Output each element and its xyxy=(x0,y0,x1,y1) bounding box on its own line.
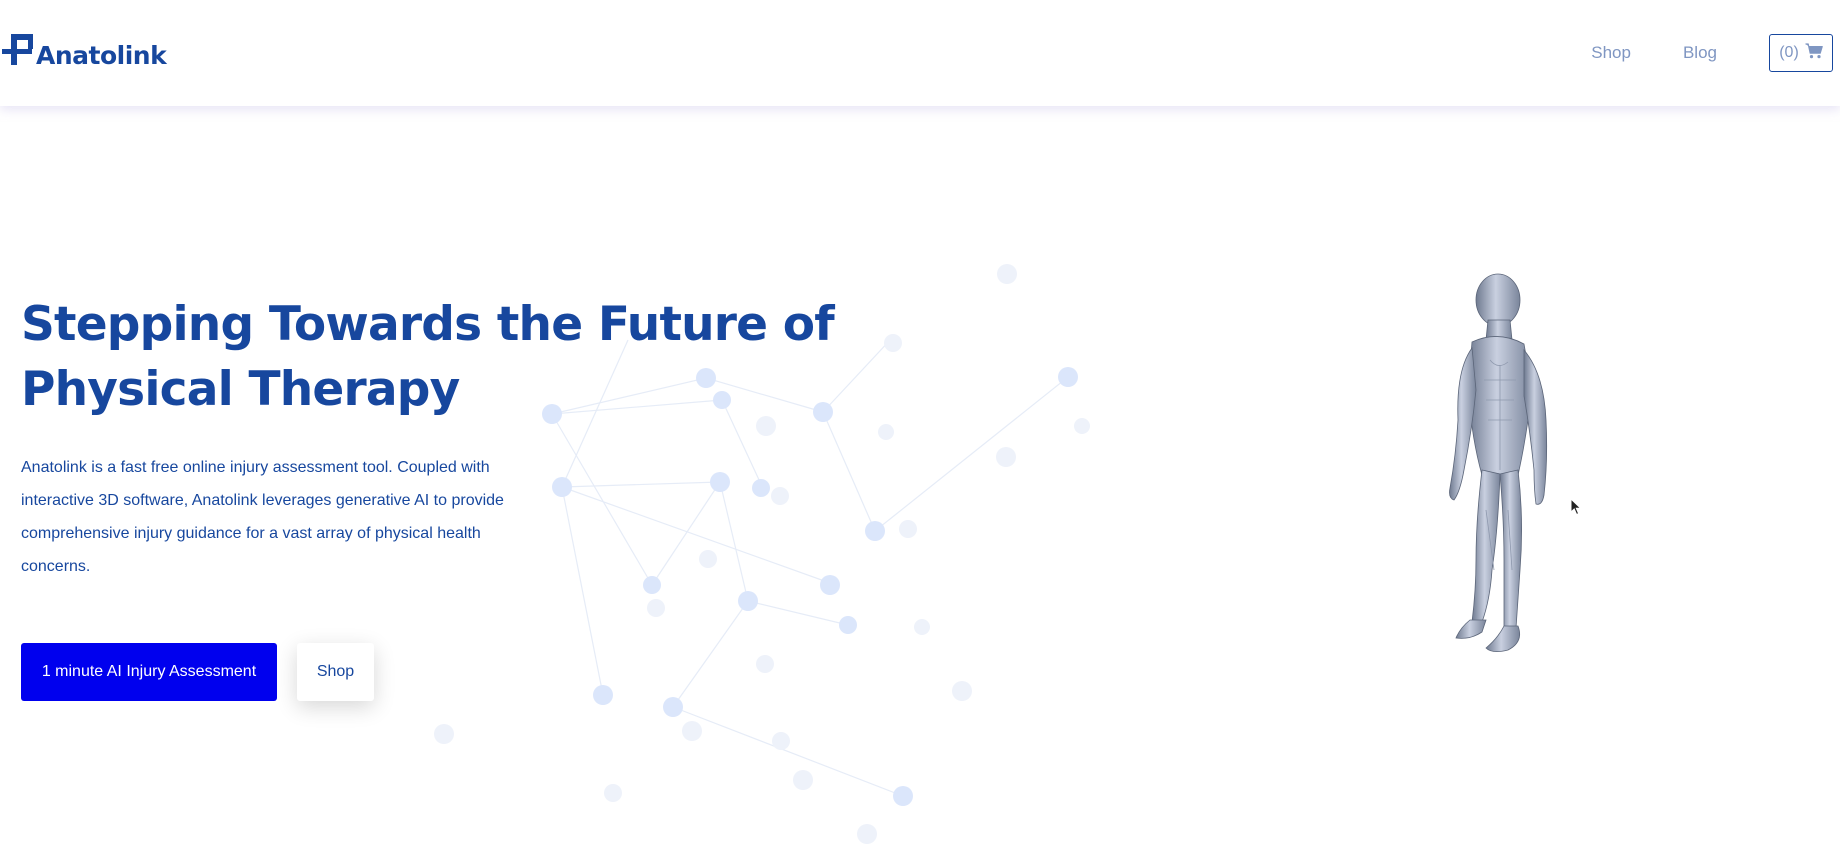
logo-mark-icon xyxy=(2,31,34,71)
nav-blog-link[interactable]: Blog xyxy=(1683,33,1717,73)
shopping-cart-icon xyxy=(1805,42,1823,64)
cart-button[interactable]: (0) xyxy=(1769,34,1833,72)
ai-injury-assessment-button[interactable]: 1 minute AI Injury Assessment xyxy=(21,643,277,701)
hero-description: Anatolink is a fast free online injury a… xyxy=(21,459,504,575)
site-header: Anatolink Shop Blog (0) xyxy=(0,0,1840,106)
mouse-cursor-icon xyxy=(1570,497,1582,521)
anatomy-3d-model-viewer[interactable] xyxy=(1420,270,1570,670)
main-nav: Shop Blog (0) xyxy=(1591,33,1833,73)
logo-link[interactable]: Anatolink xyxy=(2,30,167,72)
hero-title: Stepping Towards the Future of Physical … xyxy=(21,297,835,417)
hero-shop-button[interactable]: Shop xyxy=(297,643,374,701)
cart-count: (0) xyxy=(1779,44,1799,61)
logo-text: Anatolink xyxy=(36,40,167,70)
nav-shop-link[interactable]: Shop xyxy=(1591,33,1631,73)
anatomy-figure-icon xyxy=(1449,273,1548,652)
